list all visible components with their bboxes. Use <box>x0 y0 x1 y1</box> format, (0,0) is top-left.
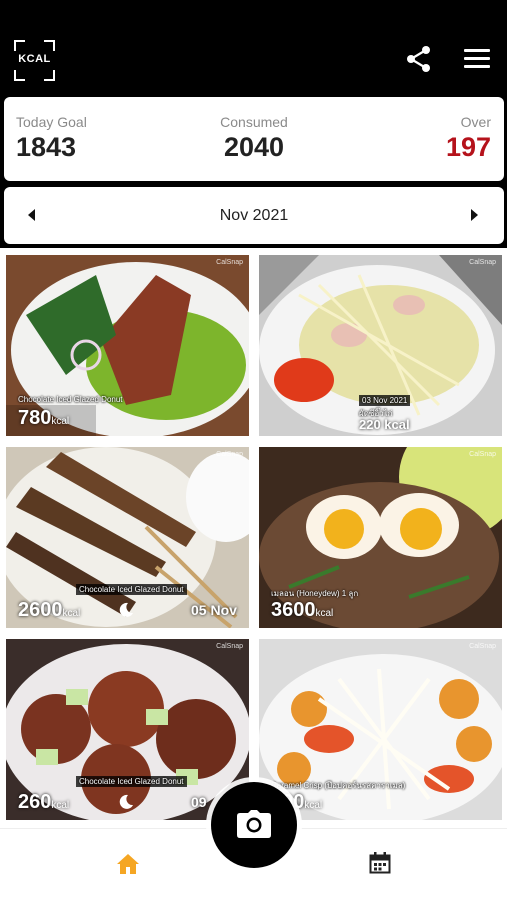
over: Over 197 <box>446 114 491 163</box>
food-tile[interactable]: CalSnap Chocolate Iced Glazed Donut 260k… <box>6 639 249 820</box>
food-date: 05 Nov <box>191 602 237 618</box>
next-month-icon[interactable] <box>471 209 478 221</box>
watermark: CalSnap <box>216 451 243 458</box>
food-tile[interactable]: CalSnap 03 Nov 2021 ผัดซีอิ๊วไก่ 220 kca… <box>259 255 502 436</box>
over-value: 197 <box>445 132 491 162</box>
month-label: Nov 2021 <box>219 207 289 224</box>
consumed-label: Consumed <box>220 114 288 130</box>
food-tile[interactable]: CalSnap Chocolate Iced Glazed Donut 2600… <box>6 447 249 628</box>
logo-text: KCAL <box>18 53 51 65</box>
watermark: CalSnap <box>469 451 496 458</box>
kcal-value: 2600kcal <box>18 599 81 621</box>
food-photo-grid: CalSnap Chocolate Iced Glazed Donut 780k… <box>0 248 507 828</box>
moon-icon <box>119 602 133 617</box>
watermark: CalSnap <box>469 259 496 266</box>
food-tile[interactable]: CalSnap เมลอน (Honeydew) 1 ลูก 3600kcal <box>259 447 502 628</box>
consumed-value: 2040 <box>223 132 285 162</box>
kcal-value: 220 kcal <box>359 417 410 432</box>
calorie-summary-card: Today Goal 1843 Consumed 2040 Over 197 <box>4 97 504 181</box>
kcal-logo[interactable]: KCAL <box>14 40 55 81</box>
over-label: Over <box>460 114 491 130</box>
food-tile[interactable]: CalSnap Caramel Crisp (ป๊อปคอร์นรสคาราเม… <box>259 639 502 820</box>
month-navigator: Nov 2021 <box>4 187 504 244</box>
top-bar: KCAL <box>0 0 507 96</box>
calendar-icon[interactable] <box>369 852 391 874</box>
kcal-value: 780kcal <box>18 407 70 429</box>
watermark: CalSnap <box>216 643 243 650</box>
camera-icon <box>237 810 271 838</box>
food-date: 03 Nov 2021 <box>359 395 411 406</box>
kcal-value: 3600kcal <box>271 599 334 621</box>
watermark: CalSnap <box>216 259 243 266</box>
hamburger-menu-icon[interactable] <box>464 49 490 71</box>
kcal-value: 260kcal <box>18 791 70 813</box>
home-icon[interactable] <box>116 853 140 875</box>
watermark: CalSnap <box>469 643 496 650</box>
food-date: 09 <box>191 794 207 810</box>
moon-icon <box>119 794 133 809</box>
consumed: Consumed 2040 <box>4 114 504 163</box>
share-icon[interactable] <box>405 45 433 73</box>
food-caption: Chocolate Iced Glazed Donut <box>76 584 187 595</box>
food-tile[interactable]: CalSnap Chocolate Iced Glazed Donut 780k… <box>6 255 249 436</box>
camera-button[interactable] <box>211 782 297 868</box>
food-caption: Chocolate Iced Glazed Donut <box>76 776 187 787</box>
food-caption: Chocolate Iced Glazed Donut <box>18 395 123 404</box>
